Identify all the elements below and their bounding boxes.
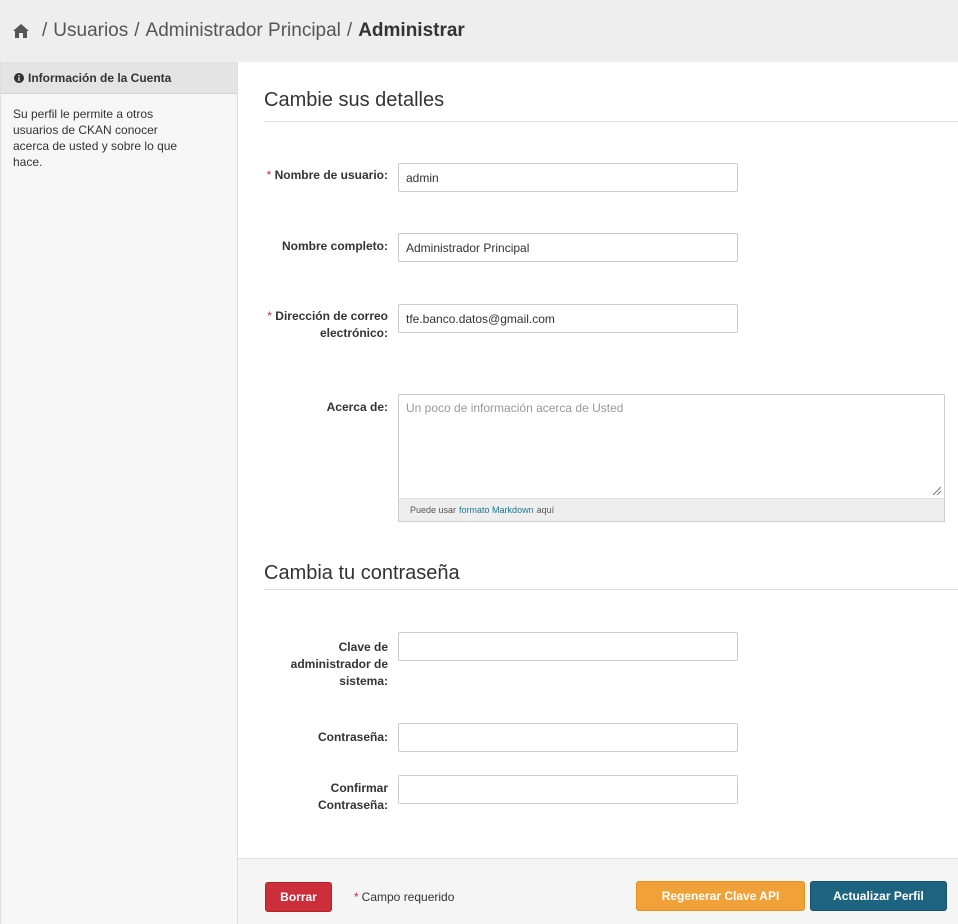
- breadcrumb: / Usuarios / Administrador Principal / A…: [0, 0, 958, 62]
- username-label: * Nombre de usuario:: [258, 167, 388, 184]
- sysadmin-password-field[interactable]: [398, 632, 738, 661]
- required-note-text: Campo requerido: [361, 890, 455, 904]
- password-field[interactable]: [398, 723, 738, 752]
- regenerate-api-key-button[interactable]: Regenerar Clave API: [636, 881, 805, 911]
- confirm-password-field[interactable]: [398, 775, 738, 804]
- required-mark: *: [354, 890, 359, 904]
- fullname-field[interactable]: Administrador Principal: [398, 233, 738, 262]
- breadcrumb-current[interactable]: Administrar: [358, 20, 465, 42]
- markdown-link[interactable]: formato Markdown: [459, 505, 534, 515]
- email-label-text: Dirección de correo electrónico:: [275, 309, 388, 340]
- form-actions: Borrar * Campo requerido Regenerar Clave …: [238, 858, 958, 924]
- password-divider: [264, 589, 958, 590]
- sidebar-heading-label: Información de la Cuenta: [28, 70, 172, 85]
- username-label-text: Nombre de usuario:: [274, 168, 388, 182]
- markdown-hint-prefix: Puede usar: [410, 505, 457, 515]
- breadcrumb-user-link[interactable]: Administrador Principal: [146, 20, 341, 42]
- email-field[interactable]: tfe.banco.datos@gmail.com: [398, 304, 738, 333]
- breadcrumb-separator: /: [42, 20, 48, 41]
- update-profile-button[interactable]: Actualizar Perfil: [810, 881, 947, 911]
- home-icon[interactable]: [12, 23, 30, 39]
- edit-profile-form: Cambie sus detalles * Nombre de usuario:…: [238, 62, 958, 924]
- confirm-password-label: Confirmar Contraseña:: [317, 781, 388, 812]
- markdown-hint-suffix: aquí: [536, 505, 555, 515]
- password-section-title: Cambia tu contraseña: [264, 562, 460, 584]
- delete-button[interactable]: Borrar: [265, 882, 332, 912]
- required-mark: *: [266, 168, 272, 182]
- info-icon: [14, 72, 24, 83]
- required-mark: *: [267, 309, 272, 323]
- markdown-hint: Puede usar formato Markdown aquí: [398, 498, 945, 522]
- username-field[interactable]: admin: [398, 163, 738, 192]
- fullname-label: Nombre completo:: [281, 239, 388, 253]
- resize-handle-icon[interactable]: [931, 485, 941, 495]
- password-label: Contraseña:: [317, 730, 388, 744]
- breadcrumb-separator: /: [134, 20, 140, 41]
- email-label: * Dirección de correo electrónico:: [258, 308, 388, 342]
- sidebar-description: Su perfil le permite a otros usuarios de…: [13, 107, 178, 169]
- about-textarea[interactable]: Un poco de información acerca de Usted: [398, 394, 945, 498]
- required-field-note: * Campo requerido: [354, 890, 454, 904]
- details-section-title: Cambie sus detalles: [264, 89, 445, 111]
- breadcrumb-users-link[interactable]: Usuarios: [53, 20, 128, 42]
- details-divider: [264, 121, 958, 122]
- sidebar-heading: Información de la Cuenta: [1, 62, 237, 94]
- breadcrumb-separator: /: [346, 20, 353, 41]
- account-info-sidebar: Información de la Cuenta Su perfil le pe…: [0, 62, 238, 924]
- about-label: Acerca de:: [326, 400, 388, 414]
- about-placeholder: Un poco de información acerca de Usted: [406, 401, 624, 415]
- sysadmin-password-label: Clave de administrador de sistema:: [290, 640, 388, 688]
